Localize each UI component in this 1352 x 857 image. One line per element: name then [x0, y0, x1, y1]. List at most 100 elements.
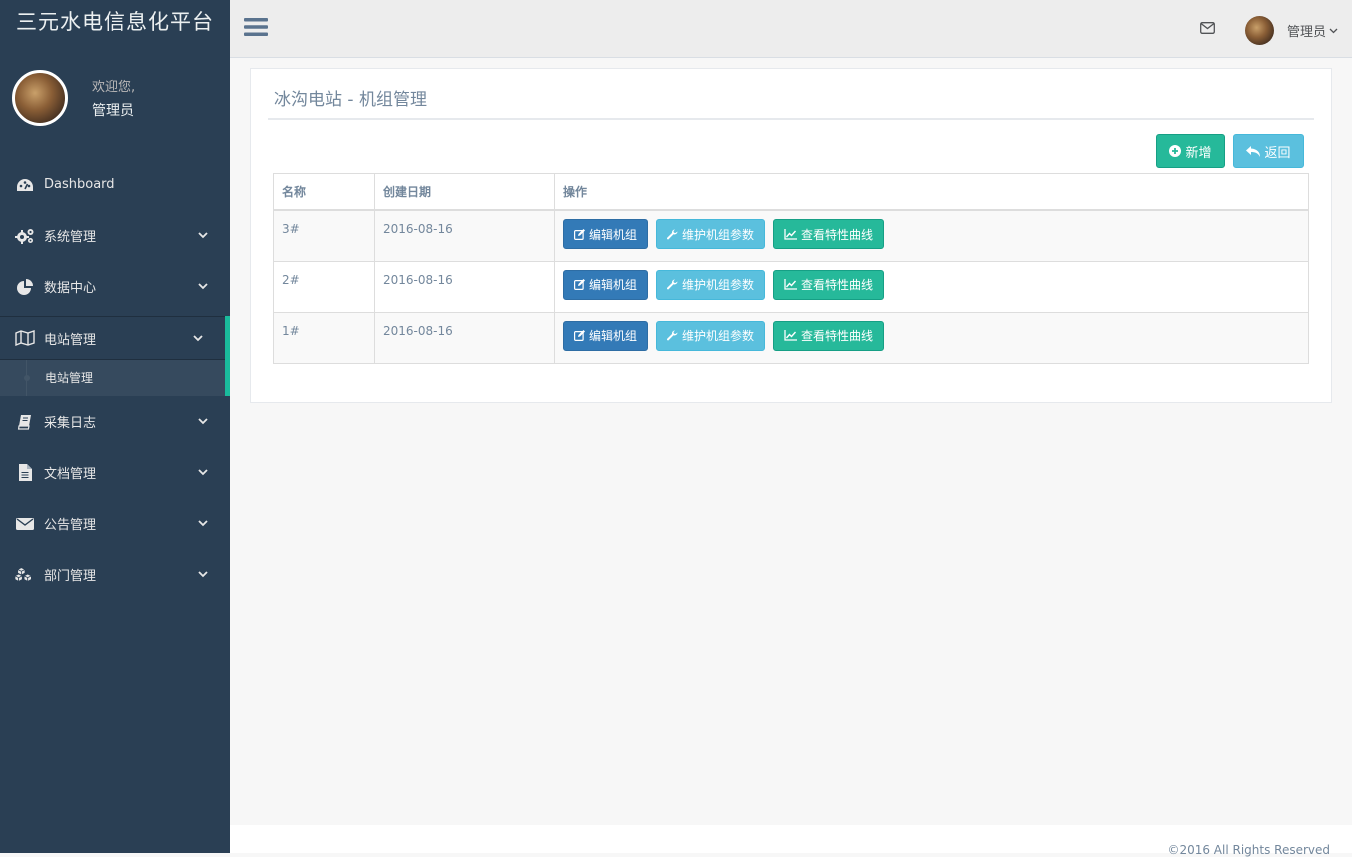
sidebar-item-system[interactable]: 系统管理: [0, 210, 230, 261]
edit-icon: [574, 279, 585, 290]
profile-name: 管理员: [92, 103, 134, 119]
sidebar-item-label: 公告管理: [44, 518, 97, 533]
back-button-label: 返回: [1264, 145, 1291, 161]
avatar: [12, 70, 68, 126]
envelope-icon: [15, 515, 35, 533]
cell-date: 2016-08-16: [374, 209, 555, 262]
edit-unit-button[interactable]: 编辑机组: [563, 219, 649, 249]
reply-icon: [1246, 145, 1261, 157]
profile: 欢迎您, 管理员: [12, 70, 135, 126]
footer-copyright: ©2016 All Rights Reserved: [1167, 843, 1330, 857]
wrench-icon: [667, 279, 678, 290]
sidebar-item-label: 部门管理: [44, 569, 97, 584]
edit-icon: [574, 228, 585, 240]
unit-table: 名称 创建日期 操作 3# 2016-08-16 编辑机组 维护机组参数 查看特…: [273, 173, 1309, 364]
wrench-icon: [667, 228, 678, 239]
add-button[interactable]: 新增: [1156, 134, 1225, 168]
sidebar-item-label: 采集日志: [44, 416, 97, 431]
view-curve-label: 查看特性曲线: [801, 227, 874, 242]
maintain-params-button[interactable]: 维护机组参数: [656, 320, 766, 351]
edit-unit-button[interactable]: 编辑机组: [563, 320, 649, 351]
chevron-down-icon: [198, 567, 208, 582]
content-panel: 冰沟电站 - 机组管理 新增 返回 名称 创建日期 操作 3# 2016-08-…: [250, 68, 1332, 403]
cell-name: 2#: [273, 260, 375, 313]
page-title: 冰沟电站 - 机组管理: [274, 90, 427, 110]
cell-name: 1#: [273, 311, 375, 364]
mail-icon[interactable]: [1200, 22, 1215, 38]
maintain-params-button[interactable]: 维护机组参数: [656, 219, 766, 249]
chevron-down-icon: [1329, 28, 1338, 34]
chevron-down-icon: [198, 465, 208, 480]
book-icon: [15, 413, 35, 431]
view-curve-label: 查看特性曲线: [801, 278, 874, 292]
sidebar-item-logs[interactable]: 采集日志: [0, 396, 230, 447]
submenu: 电站管理: [0, 360, 230, 396]
table-header-row: 名称 创建日期 操作: [273, 173, 1309, 211]
chevron-down-icon: [198, 414, 208, 429]
menu-toggle-icon[interactable]: [244, 17, 268, 41]
table-row: 2# 2016-08-16 编辑机组 维护机组参数 查看特性曲线: [273, 260, 1309, 313]
sidebar-item-dashboard[interactable]: Dashboard: [0, 159, 230, 210]
add-button-label: 新增: [1185, 145, 1212, 161]
pie-chart-icon: [15, 278, 35, 296]
dashboard-icon: [15, 176, 35, 194]
title-divider: [268, 118, 1314, 120]
brand-title[interactable]: 三元水电信息化平台: [0, 0, 230, 44]
edit-unit-label: 编辑机组: [589, 227, 638, 242]
edit-unit-label: 编辑机组: [589, 329, 638, 343]
maintain-params-button[interactable]: 维护机组参数: [656, 269, 766, 300]
sidebar-item-notices[interactable]: 公告管理: [0, 498, 230, 549]
cogs-icon: [15, 227, 35, 245]
table-row: 3# 2016-08-16 编辑机组 维护机组参数 查看特性曲线: [273, 209, 1309, 262]
sidebar-item-label: 系统管理: [44, 230, 97, 245]
view-curve-label: 查看特性曲线: [801, 329, 874, 343]
sidebar-item-label: 文档管理: [44, 467, 97, 482]
chevron-down-icon: [198, 228, 208, 243]
column-header-actions: 操作: [554, 173, 1309, 211]
sidebar: 三元水电信息化平台 欢迎您, 管理员 Dashboard 系统管理 数据中心 电…: [0, 0, 230, 853]
chevron-down-icon: [198, 516, 208, 531]
cell-actions: 编辑机组 维护机组参数 查看特性曲线: [554, 260, 1309, 313]
view-curve-button[interactable]: 查看特性曲线: [773, 320, 885, 351]
edit-icon: [574, 330, 585, 341]
cell-date: 2016-08-16: [374, 260, 555, 313]
sidebar-item-docs[interactable]: 文档管理: [0, 447, 230, 498]
view-curve-button[interactable]: 查看特性曲线: [773, 269, 885, 300]
cell-actions: 编辑机组 维护机组参数 查看特性曲线: [554, 311, 1309, 364]
cubes-icon: [15, 566, 35, 584]
line-chart-icon: [784, 279, 798, 290]
user-menu[interactable]: 管理员: [1287, 21, 1338, 40]
back-button[interactable]: 返回: [1233, 134, 1304, 168]
sidebar-item-data-center[interactable]: 数据中心: [0, 261, 230, 312]
submenu-item-station[interactable]: 电站管理: [0, 360, 225, 396]
edit-unit-button[interactable]: 编辑机组: [563, 269, 649, 300]
cell-name: 3#: [273, 209, 375, 262]
chevron-down-icon: [193, 331, 203, 346]
welcome-text: 欢迎您,: [92, 80, 136, 95]
line-chart-icon: [784, 330, 798, 341]
file-icon: [15, 464, 35, 482]
submenu-dot: [24, 375, 30, 381]
sidebar-item-station[interactable]: 电站管理: [0, 316, 230, 360]
chevron-down-icon: [198, 279, 208, 294]
sidebar-item-label: Dashboard: [44, 177, 115, 192]
plus-circle-icon: [1169, 145, 1182, 157]
maintain-params-label: 维护机组参数: [682, 278, 755, 292]
view-curve-button[interactable]: 查看特性曲线: [773, 219, 885, 249]
user-name: 管理员: [1287, 25, 1327, 40]
user-avatar[interactable]: [1245, 16, 1274, 45]
column-header-date[interactable]: 创建日期: [374, 173, 555, 211]
sidebar-menu: Dashboard 系统管理 数据中心 电站管理 电站管理 采集日志 文档管理 …: [0, 159, 230, 600]
line-chart-icon: [784, 228, 798, 240]
column-header-name[interactable]: 名称: [273, 173, 375, 211]
sidebar-item-label: 电站管理: [44, 332, 97, 348]
footer: ©2016 All Rights Reserved: [230, 825, 1352, 857]
sidebar-item-label: 数据中心: [44, 281, 97, 296]
map-icon: [15, 329, 35, 347]
cell-actions: 编辑机组 维护机组参数 查看特性曲线: [554, 209, 1309, 262]
cell-date: 2016-08-16: [374, 311, 555, 364]
maintain-params-label: 维护机组参数: [682, 227, 755, 242]
sidebar-item-departments[interactable]: 部门管理: [0, 549, 230, 600]
table-row: 1# 2016-08-16 编辑机组 维护机组参数 查看特性曲线: [273, 311, 1309, 364]
maintain-params-label: 维护机组参数: [682, 329, 755, 343]
